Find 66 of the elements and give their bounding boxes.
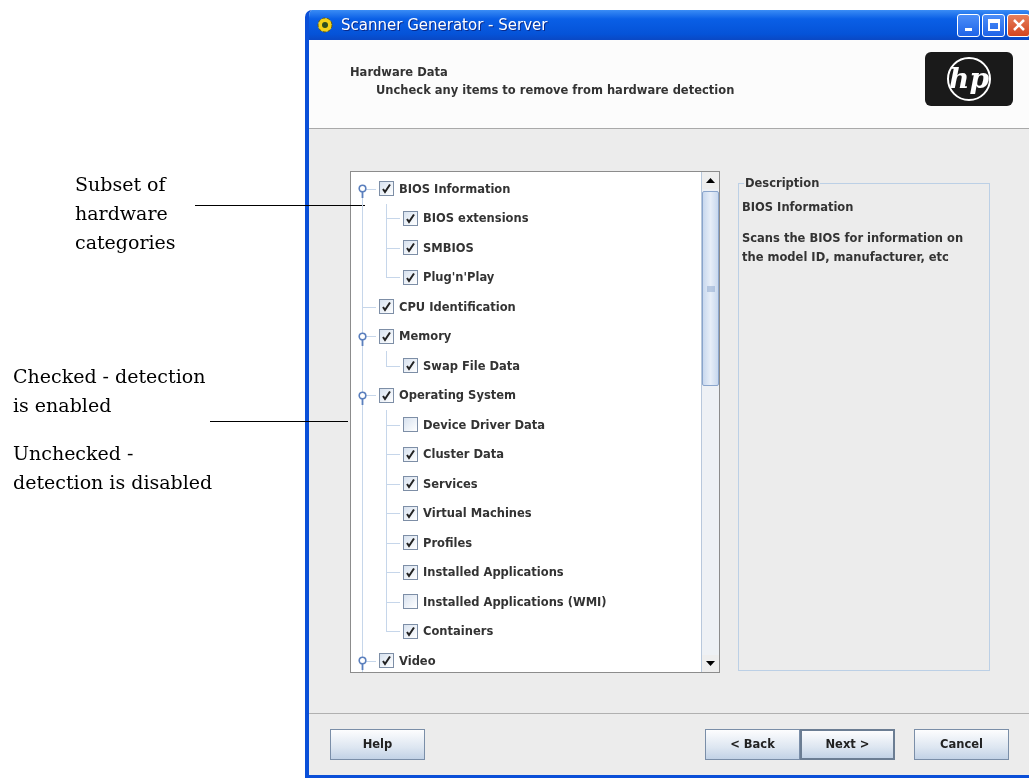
- checkbox[interactable]: [379, 181, 394, 197]
- checkbox[interactable]: [403, 564, 418, 580]
- callout-text: Subset of hardware categories: [75, 172, 177, 255]
- checkbox[interactable]: [403, 358, 418, 374]
- scroll-up-button[interactable]: [702, 172, 719, 189]
- tree-item-label[interactable]: Virtual Machines: [423, 506, 532, 521]
- up-arrow-icon: [706, 178, 715, 183]
- tree-item-label[interactable]: Swap File Data: [423, 358, 520, 373]
- tree-item-label[interactable]: SMBIOS: [423, 240, 474, 255]
- nav-button[interactable]: < Back: [705, 728, 800, 760]
- grip-icon: [706, 285, 715, 292]
- checkbox[interactable]: [403, 594, 418, 610]
- checkbox[interactable]: [403, 446, 418, 462]
- callout-text: Unchecked - detection is disabled: [13, 441, 214, 495]
- checkbox[interactable]: [379, 328, 394, 344]
- page-subtitle: Uncheck any items to remove from hardware detection: [376, 83, 735, 97]
- checkbox[interactable]: [403, 240, 418, 256]
- expand-handle-icon[interactable]: [358, 390, 367, 405]
- minimize-button[interactable]: [957, 13, 980, 37]
- tree-item-label[interactable]: BIOS Information: [399, 181, 511, 196]
- description-title: BIOS Information: [742, 200, 855, 214]
- scroll-thumb[interactable]: [702, 191, 719, 386]
- tree-item-label[interactable]: BIOS extensions: [423, 211, 529, 226]
- checkbox[interactable]: [403, 210, 418, 226]
- close-icon: [1012, 19, 1025, 31]
- expand-handle-icon[interactable]: [358, 656, 367, 671]
- checkbox[interactable]: [403, 505, 418, 521]
- down-arrow-icon: [706, 661, 715, 666]
- page-title: Hardware Data: [350, 65, 449, 79]
- checkbox[interactable]: [403, 417, 418, 433]
- minimize-icon: [965, 27, 972, 31]
- expand-handle-icon[interactable]: [358, 331, 367, 346]
- checkbox[interactable]: [403, 476, 418, 492]
- expand-handle-icon[interactable]: [358, 184, 367, 199]
- tree-item-label[interactable]: Installed Applications: [423, 565, 564, 580]
- tree-item-label[interactable]: CPU Identification: [399, 299, 516, 314]
- checkbox[interactable]: [403, 269, 418, 285]
- tree-item-label[interactable]: Cluster Data: [423, 447, 504, 462]
- checkbox[interactable]: [379, 653, 394, 669]
- group-title: Description: [744, 176, 821, 190]
- checkbox[interactable]: [379, 299, 394, 315]
- checkbox[interactable]: [379, 387, 394, 403]
- tree-item-label[interactable]: Device Driver Data: [423, 417, 546, 432]
- close-button[interactable]: [1007, 13, 1029, 37]
- callout-text: Checked - detection is enabled: [13, 364, 207, 418]
- description-text: Scans the BIOS for information on the model ID, manufacturer, etc: [742, 230, 965, 266]
- scrollbar[interactable]: [701, 172, 719, 672]
- help-button[interactable]: Help: [330, 728, 425, 760]
- scroll-down-button[interactable]: [702, 655, 719, 672]
- maximize-icon: [987, 19, 1000, 31]
- gear-icon: [315, 15, 335, 35]
- tree-item-label[interactable]: Memory: [399, 329, 452, 344]
- tree-item-label[interactable]: Plug'n'Play: [423, 270, 495, 285]
- checkbox[interactable]: [403, 535, 418, 551]
- window-title: Scanner Generator - Server: [341, 16, 548, 34]
- tree-item-label[interactable]: Profiles: [423, 535, 473, 550]
- nav-button[interactable]: Next >: [800, 728, 895, 760]
- tree-item-label[interactable]: Containers: [423, 624, 494, 639]
- cancel-button[interactable]: Cancel: [914, 728, 1009, 760]
- logo: hp: [925, 52, 1013, 106]
- maximize-button[interactable]: [982, 13, 1005, 37]
- tree-item-label[interactable]: Operating System: [399, 388, 516, 403]
- tree-item-label[interactable]: Installed Applications (WMI): [423, 594, 607, 609]
- checkbox[interactable]: [403, 623, 418, 639]
- tree-item-label[interactable]: Video: [399, 653, 436, 668]
- tree-item-label[interactable]: Services: [423, 476, 478, 491]
